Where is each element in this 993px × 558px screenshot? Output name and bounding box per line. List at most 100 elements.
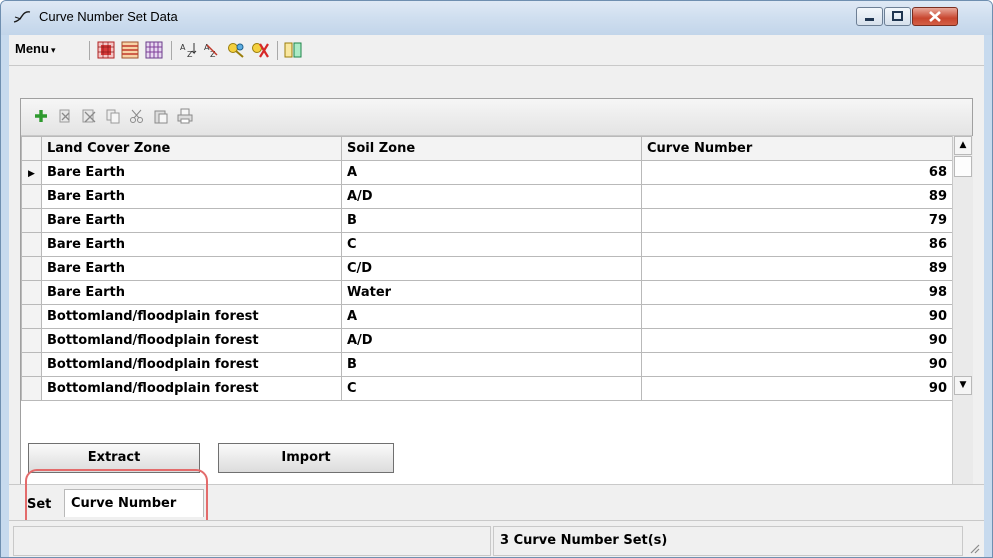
close-button[interactable] — [912, 7, 958, 26]
scroll-up-button[interactable]: ▲ — [954, 136, 972, 155]
soil-zone-cell[interactable]: Water — [341, 280, 642, 305]
column-header-land-cover-zone[interactable]: Land Cover Zone — [41, 136, 342, 161]
sort-az-icon[interactable]: A Z — [179, 41, 197, 59]
copy-icon[interactable] — [105, 108, 121, 124]
grid-red-icon[interactable] — [97, 41, 115, 59]
close-icon — [929, 11, 941, 22]
clear-filter-icon[interactable] — [251, 41, 269, 59]
print-icon[interactable] — [177, 108, 193, 124]
curve-number-cell[interactable]: 90 — [641, 352, 953, 377]
table-row[interactable]: Bare Earth C 86 — [21, 232, 953, 257]
scroll-down-button[interactable]: ▼ — [954, 376, 972, 395]
row-indicator[interactable] — [21, 280, 42, 305]
delete-row-icon[interactable] — [57, 108, 73, 124]
land-cover-cell[interactable]: Bare Earth — [41, 280, 342, 305]
curve-number-cell[interactable]: 90 — [641, 304, 953, 329]
extract-button-label: Extract — [87, 450, 141, 465]
key-search-icon[interactable] — [227, 41, 245, 59]
import-button[interactable]: Import — [218, 443, 394, 473]
table-row[interactable]: Bottomland/floodplain forest A/D 90 — [21, 328, 953, 353]
menu-label: Menu — [15, 41, 49, 56]
vertical-scrollbar[interactable]: ▲ ▼ — [952, 136, 973, 495]
delete-all-icon[interactable] — [81, 108, 97, 124]
soil-zone-cell[interactable]: C — [341, 376, 642, 401]
row-indicator[interactable] — [21, 376, 42, 401]
table-row[interactable]: Bare Earth Water 98 — [21, 280, 953, 305]
row-indicator[interactable]: ▶ — [21, 160, 42, 185]
row-indicator-header[interactable] — [21, 136, 42, 161]
table-row[interactable]: Bottomland/floodplain forest A 90 — [21, 304, 953, 329]
curve-number-set-data-window: Curve Number Set Data Menu ▾ A Z A Z Lan… — [0, 0, 993, 558]
column-header-curve-number[interactable]: Curve Number — [641, 136, 953, 161]
grid-toolbar — [21, 99, 972, 136]
curve-number-cell[interactable]: 79 — [641, 208, 953, 233]
table-row[interactable]: Bottomland/floodplain forest B 90 — [21, 352, 953, 377]
curve-app-icon — [13, 11, 31, 23]
minimize-button[interactable] — [856, 7, 883, 26]
sort-za-icon[interactable]: A Z — [203, 41, 221, 59]
import-button-label: Import — [281, 450, 331, 465]
land-cover-cell[interactable]: Bare Earth — [41, 232, 342, 257]
scroll-thumb[interactable] — [954, 156, 972, 177]
curve-number-cell[interactable]: 89 — [641, 256, 953, 281]
soil-zone-cell[interactable]: C — [341, 232, 642, 257]
add-row-icon[interactable] — [33, 108, 49, 124]
minimize-icon — [865, 18, 874, 21]
paste-icon[interactable] — [153, 108, 169, 124]
status-cell-empty — [13, 526, 491, 556]
curve-number-cell[interactable]: 68 — [641, 160, 953, 185]
grid-columns-icon[interactable] — [145, 41, 163, 59]
soil-zone-cell[interactable]: A — [341, 304, 642, 329]
curve-number-grid: Land Cover Zone Soil Zone Curve Number ▶… — [20, 98, 973, 496]
curve-number-cell[interactable]: 90 — [641, 376, 953, 401]
window-title: Curve Number Set Data — [39, 9, 178, 24]
table-row[interactable]: ▶ Bare Earth A 68 — [21, 160, 953, 185]
column-header-soil-zone[interactable]: Soil Zone — [341, 136, 642, 161]
title-bar[interactable]: Curve Number Set Data — [1, 1, 992, 35]
curve-number-cell[interactable]: 90 — [641, 328, 953, 353]
table-row[interactable]: Bare Earth B 79 — [21, 208, 953, 233]
status-bar: 3 Curve Number Set(s) — [9, 520, 984, 557]
land-cover-cell[interactable]: Bare Earth — [41, 208, 342, 233]
row-indicator[interactable] — [21, 184, 42, 209]
row-indicator[interactable] — [21, 304, 42, 329]
land-cover-cell[interactable]: Bare Earth — [41, 160, 342, 185]
status-count: 3 Curve Number Set(s) — [493, 526, 963, 556]
columns-toggle-icon[interactable] — [284, 41, 302, 59]
row-indicator[interactable] — [21, 232, 42, 257]
maximize-button[interactable] — [884, 7, 911, 26]
table-row[interactable]: Bottomland/floodplain forest C 90 — [21, 376, 953, 401]
soil-zone-cell[interactable]: C/D — [341, 256, 642, 281]
current-row-arrow-icon: ▶ — [28, 169, 35, 179]
land-cover-cell[interactable]: Bottomland/floodplain forest — [41, 328, 342, 353]
curve-number-cell[interactable]: 98 — [641, 280, 953, 305]
table-body: ▶ Bare Earth A 68 Bare Earth A/D 89 Bare Earth B… — [21, 160, 953, 401]
soil-zone-cell[interactable]: A/D — [341, 184, 642, 209]
row-indicator[interactable] — [21, 208, 42, 233]
curve-number-cell[interactable]: 86 — [641, 232, 953, 257]
toolbar-separator — [171, 41, 172, 60]
soil-zone-cell[interactable]: A/D — [341, 328, 642, 353]
curve-number-cell[interactable]: 89 — [641, 184, 953, 209]
land-cover-cell[interactable]: Bottomland/floodplain forest — [41, 376, 342, 401]
row-indicator[interactable] — [21, 256, 42, 281]
soil-zone-cell[interactable]: B — [341, 352, 642, 377]
data-table: Land Cover Zone Soil Zone Curve Number ▶… — [21, 136, 953, 401]
land-cover-cell[interactable]: Bare Earth — [41, 184, 342, 209]
land-cover-cell[interactable]: Bottomland/floodplain forest — [41, 304, 342, 329]
soil-zone-cell[interactable]: A — [341, 160, 642, 185]
land-cover-cell[interactable]: Bare Earth — [41, 256, 342, 281]
land-cover-cell[interactable]: Bottomland/floodplain forest — [41, 352, 342, 377]
chevron-down-icon: ▾ — [50, 45, 56, 55]
row-indicator[interactable] — [21, 352, 42, 377]
cut-icon[interactable] — [129, 108, 145, 124]
grid-rows-icon[interactable] — [121, 41, 139, 59]
table-header-row: Land Cover Zone Soil Zone Curve Number — [21, 136, 953, 161]
table-row[interactable]: Bare Earth A/D 89 — [21, 184, 953, 209]
row-indicator[interactable] — [21, 328, 42, 353]
soil-zone-cell[interactable]: B — [341, 208, 642, 233]
toolbar-separator — [277, 41, 278, 60]
table-row[interactable]: Bare Earth C/D 89 — [21, 256, 953, 281]
menu-dropdown[interactable]: Menu ▾ — [15, 41, 55, 56]
resize-grip-icon[interactable] — [968, 542, 980, 554]
